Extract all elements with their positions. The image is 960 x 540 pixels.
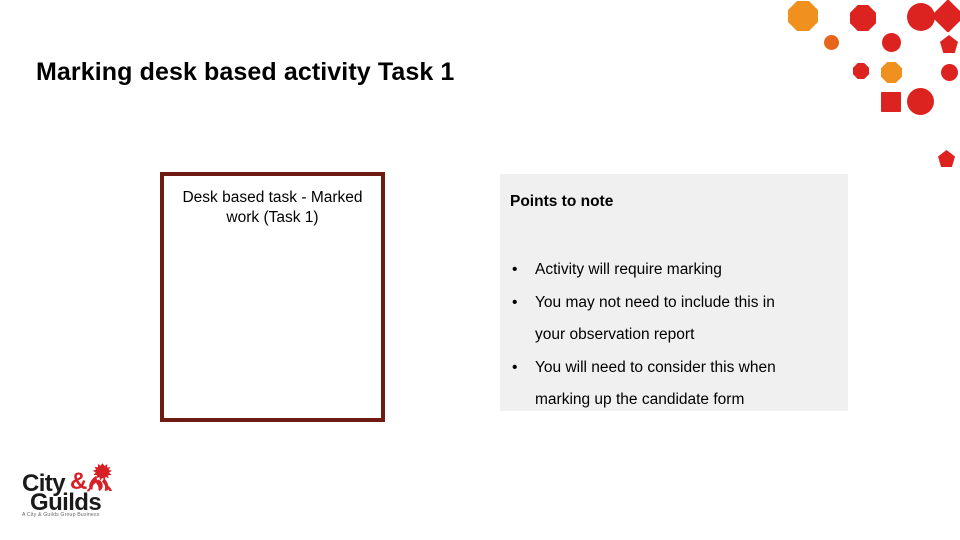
- octagon-orange-mid-icon: [881, 62, 902, 83]
- octagon-red-small-icon: [853, 63, 869, 79]
- bullet-icon: •: [512, 358, 518, 376]
- diamond-red-icon: [931, 0, 960, 33]
- circle-red-large-a-icon: [907, 3, 935, 31]
- circle-orange-small-icon: [824, 35, 839, 50]
- decorative-shape-cluster: [770, 0, 960, 180]
- octagon-red-upper-icon: [850, 5, 876, 31]
- pentagon-red-lower-icon: [938, 150, 955, 167]
- page-title: Marking desk based activity Task 1: [36, 58, 455, 86]
- square-red-icon: [881, 92, 901, 112]
- bullet-icon: •: [512, 293, 518, 311]
- desk-based-task-box: Desk based task - Marked work (Task 1): [160, 172, 385, 422]
- pentagon-red-upper-icon: [940, 35, 958, 53]
- bullet-icon: •: [512, 261, 518, 278]
- list-item: • You will need to consider this when: [500, 352, 848, 385]
- list-item: • Activity will require marking: [500, 254, 848, 287]
- list-item-text-continued: your observation report: [535, 326, 695, 343]
- slide-canvas: Marking desk based activity Task 1 Desk …: [0, 0, 960, 540]
- points-to-note-list: • Activity will require marking • You may n…: [500, 254, 848, 417]
- city-and-guilds-logo: City & Guilds A City & Guilds Group Busi…: [22, 462, 142, 524]
- list-item-text: You may not need to include this in: [535, 293, 775, 311]
- list-item-text: You will need to consider this when: [535, 358, 776, 376]
- octagon-orange-large-icon: [788, 1, 818, 31]
- list-item-text: Activity will require marking: [535, 261, 722, 278]
- circle-red-right-icon: [941, 64, 958, 81]
- desk-based-task-label: Desk based task - Marked work (Task 1): [182, 189, 363, 227]
- circle-red-large-b-icon: [907, 88, 934, 115]
- logo-tagline: A City & Guilds Group Business: [22, 512, 100, 518]
- list-item-text-continued: marking up the candidate form: [535, 391, 745, 408]
- points-to-note-panel: Points to note • Activity will require ma…: [500, 174, 848, 411]
- circle-red-mid-icon: [882, 33, 901, 52]
- list-item: • You may not need to include this in: [500, 287, 848, 320]
- points-to-note-heading: Points to note: [510, 193, 614, 210]
